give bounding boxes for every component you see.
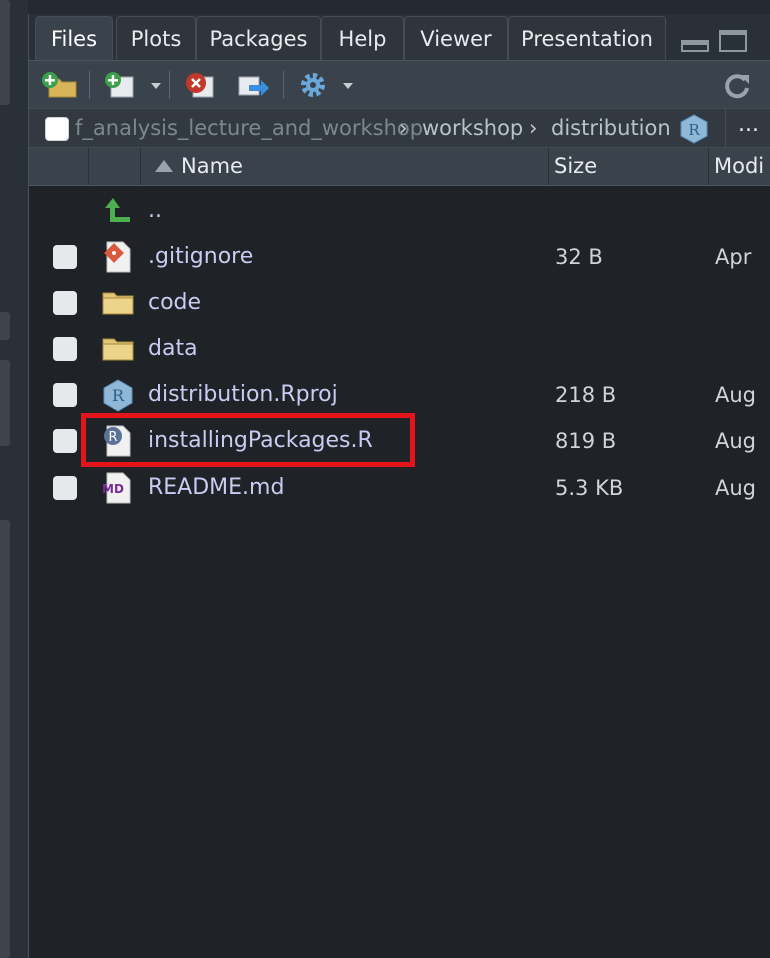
toolbar-divider (89, 71, 90, 99)
new-file-icon[interactable] (103, 71, 139, 99)
select-all-checkbox[interactable] (45, 117, 69, 141)
file-modified: Apr (715, 245, 752, 269)
file-size: 218 B (555, 383, 617, 407)
new-folder-icon[interactable] (41, 71, 79, 99)
pane-edge (0, 312, 10, 340)
file-checkbox[interactable] (53, 245, 77, 269)
files-pane: Files Plots Packages Help Viewer Present… (28, 14, 770, 958)
git-file-icon (104, 241, 131, 273)
breadcrumb-item[interactable]: workshop (422, 113, 523, 143)
tab-plots[interactable]: Plots (116, 16, 196, 60)
up-arrow-icon (105, 198, 130, 222)
pane-edge (0, 0, 10, 105)
file-size: 32 B (555, 245, 603, 269)
toolbar-divider (169, 71, 170, 99)
file-checkbox[interactable] (53, 476, 77, 500)
file-row[interactable]: code (29, 280, 770, 326)
file-row[interactable]: MD README.md 5.3 KB Aug (29, 465, 770, 511)
header-icon-col (89, 148, 141, 185)
tab-bar: Files Plots Packages Help Viewer Present… (29, 14, 770, 60)
pane-edge (0, 520, 10, 958)
maximize-icon[interactable] (719, 30, 747, 52)
folder-icon (102, 292, 134, 315)
breadcrumb: f_analysis_lecture_and_workshop › worksh… (29, 108, 770, 148)
file-size: 819 B (555, 429, 617, 453)
file-modified: Aug (715, 429, 757, 453)
breadcrumb-item[interactable]: distribution (551, 113, 671, 143)
tab-packages[interactable]: Packages (196, 16, 321, 60)
adjacent-pane (0, 0, 28, 958)
file-row[interactable]: data (29, 326, 770, 372)
tab-files[interactable]: Files (35, 16, 113, 60)
toolbar-divider (283, 71, 284, 99)
chevron-down-icon[interactable] (343, 83, 353, 89)
header-name[interactable]: Name (141, 148, 549, 185)
file-checkbox[interactable] (53, 337, 77, 361)
chevron-right-icon: › (529, 116, 538, 140)
header-checkbox-col (29, 148, 89, 185)
file-name[interactable]: distribution.Rproj (148, 372, 338, 418)
files-toolbar (29, 60, 770, 108)
header-modified[interactable]: Modi (709, 148, 770, 185)
tab-presentation[interactable]: Presentation (508, 16, 666, 60)
file-checkbox[interactable] (53, 383, 77, 407)
header-size[interactable]: Size (549, 148, 709, 185)
highlight-box (81, 413, 415, 467)
file-name[interactable]: data (148, 326, 198, 372)
rename-icon[interactable] (235, 71, 271, 99)
header-name-label: Name (181, 154, 243, 178)
chevron-down-icon[interactable] (151, 83, 161, 89)
file-modified: Aug (715, 476, 757, 500)
rproj-icon: R (103, 379, 133, 412)
file-name[interactable]: README.md (148, 465, 284, 511)
r-project-icon[interactable]: R (679, 114, 709, 144)
file-size: 5.3 KB (555, 476, 624, 500)
file-name[interactable]: .gitignore (148, 234, 253, 280)
svg-text:R: R (688, 121, 700, 139)
svg-text:R: R (112, 386, 125, 405)
file-row[interactable]: R distribution.Rproj 218 B Aug (29, 372, 770, 418)
delete-icon[interactable] (183, 71, 219, 99)
file-row[interactable]: .gitignore 32 B Apr (29, 234, 770, 280)
file-checkbox[interactable] (53, 291, 77, 315)
pane-edge (0, 360, 10, 446)
file-list-header: Name Size Modi (29, 148, 770, 186)
breadcrumb-item[interactable]: f_analysis_lecture_and_workshop (75, 113, 423, 143)
markdown-file-icon: MD (102, 472, 131, 504)
file-row-parent[interactable]: .. (29, 188, 770, 234)
gear-icon[interactable] (297, 71, 331, 99)
tab-viewer[interactable]: Viewer (404, 16, 508, 60)
folder-icon (102, 338, 134, 361)
file-name[interactable]: code (148, 280, 201, 326)
file-modified: Aug (715, 383, 757, 407)
refresh-icon[interactable] (723, 71, 753, 99)
minimize-icon[interactable] (681, 40, 709, 52)
sort-ascending-icon (155, 160, 173, 172)
file-name[interactable]: .. (148, 188, 162, 234)
tab-help[interactable]: Help (321, 16, 404, 60)
file-checkbox[interactable] (53, 429, 77, 453)
svg-text:MD: MD (102, 482, 124, 496)
more-path-button[interactable]: ... (725, 109, 770, 147)
chevron-right-icon: › (399, 116, 408, 140)
